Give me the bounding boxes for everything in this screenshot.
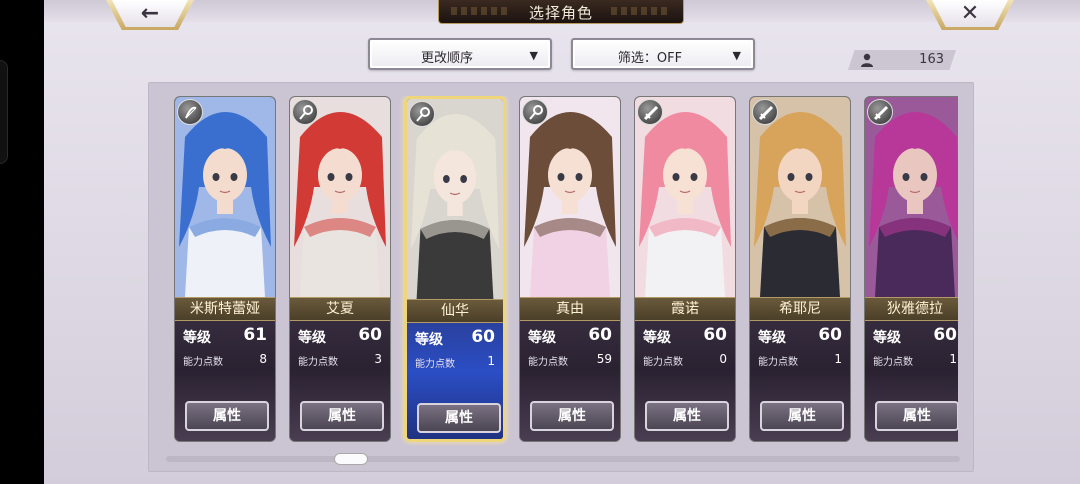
level-label: 等级 [528, 330, 556, 346]
character-name: 真由 [520, 297, 620, 321]
user-icon [861, 53, 873, 67]
level-label: 等级 [415, 332, 443, 348]
level-value: 60 [471, 327, 495, 347]
title-plate: 选择角色 [438, 0, 684, 24]
attribute-button[interactable]: 属性 [300, 401, 384, 431]
back-arrow-icon: ← [140, 1, 160, 26]
attribute-button[interactable]: 属性 [760, 401, 844, 431]
level-value: 60 [933, 325, 957, 345]
close-icon: ✕ [960, 1, 980, 26]
bow-icon [177, 99, 203, 125]
sword-icon [637, 99, 663, 125]
level-label: 等级 [183, 330, 211, 346]
sort-order-dropdown[interactable]: 更改顺序 ▼ [368, 38, 552, 70]
character-portrait [750, 97, 850, 297]
level-value: 60 [358, 325, 382, 345]
ability-points-label: 能力点数 [415, 359, 455, 370]
level-label: 等级 [758, 330, 786, 346]
level-value: 60 [703, 325, 727, 345]
sort-order-label: 更改顺序 [420, 51, 473, 66]
level-label: 等级 [643, 330, 671, 346]
character-card[interactable]: 真由 等级 60 能力点数 59 属性 [519, 96, 621, 442]
filter-label: 筛选：OFF [617, 51, 683, 66]
ability-points-label: 能力点数 [758, 357, 798, 368]
ability-points-label: 能力点数 [643, 357, 683, 368]
character-name: 希耶尼 [750, 297, 850, 321]
character-card[interactable]: 希耶尼 等级 60 能力点数 1 属性 [749, 96, 851, 442]
close-button[interactable]: ✕ [926, 0, 1014, 30]
character-card[interactable]: 狄雅德拉 等级 60 能力点数 1 属性 [864, 96, 958, 442]
level-value: 60 [818, 325, 842, 345]
level-value: 60 [588, 325, 612, 345]
staff-icon [292, 99, 318, 125]
character-portrait [865, 97, 958, 297]
character-name: 狄雅德拉 [865, 297, 958, 321]
ability-points-value: 59 [596, 352, 612, 366]
character-name: 霞诺 [635, 297, 735, 321]
chevron-down-icon: ▼ [529, 49, 538, 62]
ability-points-value: 0 [719, 352, 727, 366]
character-card[interactable]: 米斯特蕾娅 等级 61 能力点数 8 属性 [174, 96, 276, 442]
character-card-list[interactable]: 米斯特蕾娅 等级 61 能力点数 8 属性 艾夏 等级 60 能力点数 3 属性… [170, 96, 958, 446]
horizontal-scrollbar[interactable] [166, 456, 960, 462]
character-portrait [635, 97, 735, 297]
back-button[interactable]: ← [106, 0, 194, 30]
character-portrait [407, 99, 503, 299]
ability-points-value: 1 [949, 352, 957, 366]
scrollbar-thumb[interactable] [334, 453, 368, 465]
level-value: 61 [243, 325, 267, 345]
character-count: 163 [919, 52, 944, 67]
attribute-button[interactable]: 属性 [645, 401, 729, 431]
ability-points-label: 能力点数 [528, 357, 568, 368]
ability-points-label: 能力点数 [873, 357, 913, 368]
character-portrait [175, 97, 275, 297]
character-portrait [290, 97, 390, 297]
character-card[interactable]: 艾夏 等级 60 能力点数 3 属性 [289, 96, 391, 442]
character-count-box: 163 [848, 50, 956, 70]
character-name: 艾夏 [290, 297, 390, 321]
level-label: 等级 [298, 330, 326, 346]
ability-points-value: 1 [487, 354, 495, 368]
sword-icon [752, 99, 778, 125]
ability-points-label: 能力点数 [183, 357, 223, 368]
character-card[interactable]: 仙华 等级 60 能力点数 1 属性 [404, 96, 506, 442]
character-name: 仙华 [407, 299, 503, 323]
character-card[interactable]: 霞诺 等级 60 能力点数 0 属性 [634, 96, 736, 442]
page-title: 选择角色 [528, 4, 593, 22]
attribute-button[interactable]: 属性 [417, 403, 501, 433]
chevron-down-icon: ▼ [732, 49, 741, 62]
level-label: 等级 [873, 330, 901, 346]
ability-points-value: 3 [374, 352, 382, 366]
attribute-button[interactable]: 属性 [185, 401, 269, 431]
ability-points-value: 8 [259, 352, 267, 366]
attribute-button[interactable]: 属性 [875, 401, 958, 431]
phone-notch [0, 60, 8, 164]
staff-icon [409, 101, 435, 127]
game-screen: ← 选择角色 ✕ 更改顺序 ▼ 筛选：OFF ▼ 163 米斯特蕾娅 等级 61… [0, 0, 1080, 484]
staff-icon [522, 99, 548, 125]
character-portrait [520, 97, 620, 297]
attribute-button[interactable]: 属性 [530, 401, 614, 431]
filter-dropdown[interactable]: 筛选：OFF ▼ [571, 38, 755, 70]
character-name: 米斯特蕾娅 [175, 297, 275, 321]
ability-points-value: 1 [834, 352, 842, 366]
ability-points-label: 能力点数 [298, 357, 338, 368]
sword-icon [867, 99, 893, 125]
